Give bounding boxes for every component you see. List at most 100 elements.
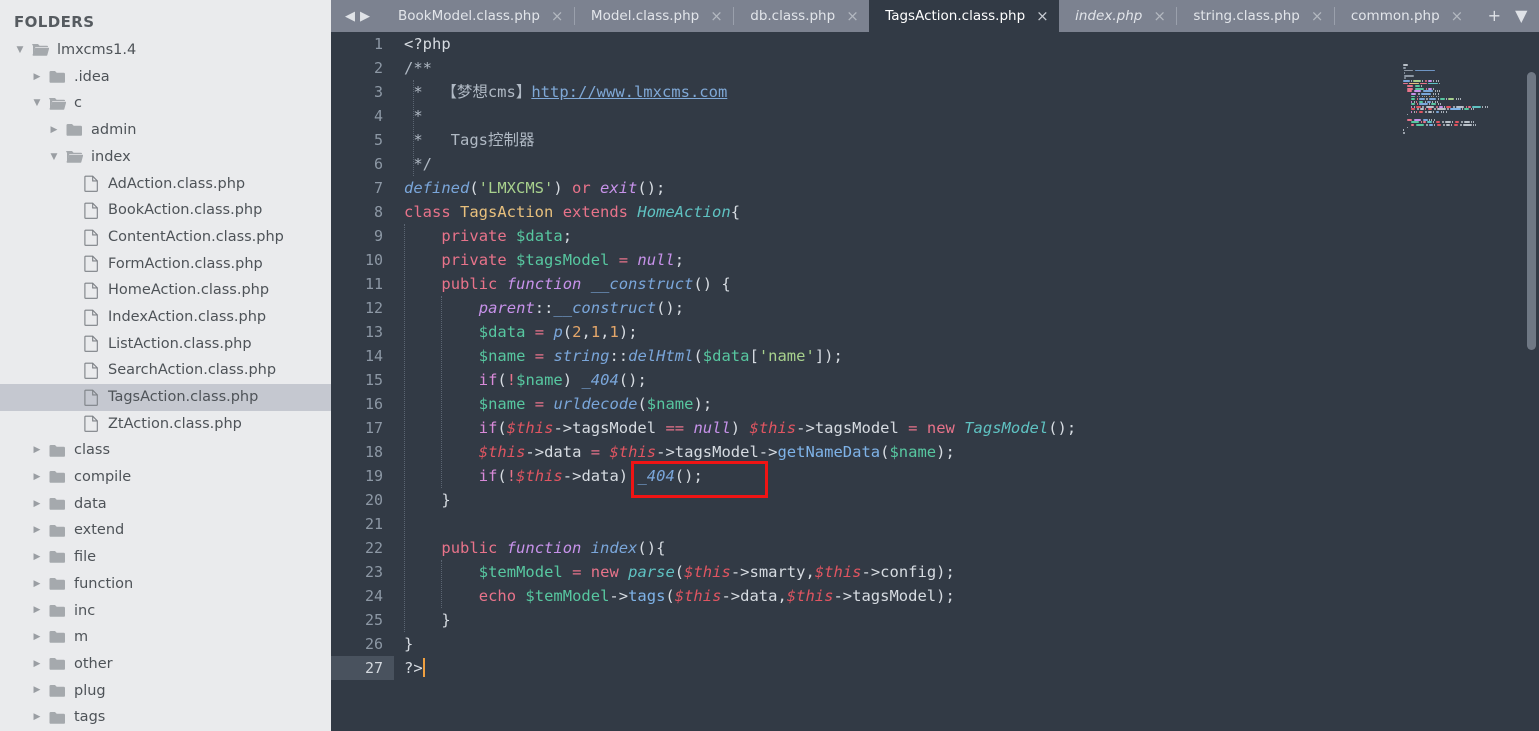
code-line[interactable]: ?> [404, 656, 1539, 680]
code-line[interactable]: echo $temModel->tags($this->data,$this->… [404, 584, 1539, 608]
code-line[interactable]: * 【梦想cms】http://www.lmxcms.com [404, 80, 1539, 104]
code-line[interactable]: defined('LMXCMS') or exit(); [404, 176, 1539, 200]
code-minimap[interactable] [1399, 64, 1517, 160]
editor-tab[interactable]: index.php × [1059, 0, 1176, 32]
tree-file-item[interactable]: ▶ ListAction.class.php [0, 331, 331, 358]
editor-tab[interactable]: db.class.php × [734, 0, 869, 32]
code-line[interactable]: private $data; [404, 224, 1539, 248]
file-icon [80, 202, 102, 219]
chevron-right-icon[interactable]: ▶ [28, 606, 46, 615]
code-line[interactable]: } [404, 632, 1539, 656]
tree-folder-item[interactable]: ▶ other [0, 651, 331, 678]
chevron-right-icon[interactable]: ▶ [28, 472, 46, 482]
editor-tab[interactable]: Model.class.php × [575, 0, 733, 32]
code-line[interactable]: class TagsAction extends HomeAction{ [404, 200, 1539, 224]
tree-folder-item[interactable]: ▶ data [0, 491, 331, 518]
tree-folder-item[interactable]: ▶ function [0, 571, 331, 598]
code-line[interactable]: if(!$this->data) _404(); [404, 464, 1539, 488]
chevron-right-icon[interactable]: ▶ [28, 713, 46, 722]
tab-close-icon[interactable]: × [1311, 8, 1324, 24]
chevron-right-icon[interactable]: ▶ [28, 686, 46, 695]
editor-vertical-scrollbar[interactable] [1524, 64, 1539, 731]
tree-file-item[interactable]: ▶ BookAction.class.php [0, 197, 331, 224]
code-line[interactable]: /** [404, 56, 1539, 80]
chevron-right-icon[interactable]: ▶ [28, 526, 46, 535]
tree-folder-item[interactable]: ▶ plug [0, 678, 331, 705]
editor-tab[interactable]: TagsAction.class.php × [869, 0, 1060, 32]
tree-file-item[interactable]: ▶ IndexAction.class.php [0, 304, 331, 331]
sidebar-scrollbar[interactable] [323, 0, 331, 731]
chevron-right-icon[interactable]: ▶ [28, 579, 46, 589]
tab-next-icon[interactable]: ▶ [360, 10, 370, 23]
line-number: 15 [364, 371, 383, 389]
tree-folder-item[interactable]: ▶ inc [0, 597, 331, 624]
chevron-right-icon[interactable]: ▶ [28, 659, 46, 669]
tree-file-item[interactable]: ▶ AdAction.class.php [0, 170, 331, 197]
code-line[interactable]: $name = urldecode($name); [404, 392, 1539, 416]
tree-folder-item[interactable]: ▶ admin [0, 117, 331, 144]
code-line[interactable]: parent::__construct(); [404, 296, 1539, 320]
editor-tab[interactable]: common.php × [1335, 0, 1474, 32]
editor-scroll-thumb[interactable] [1527, 72, 1536, 350]
tree-file-item[interactable]: ▶ SearchAction.class.php [0, 357, 331, 384]
tab-nav-arrows[interactable]: ◀ ▶ [331, 0, 382, 32]
tree-file-item[interactable]: ▶ ContentAction.class.php [0, 224, 331, 251]
new-tab-icon[interactable]: + [1488, 8, 1501, 24]
code-editor[interactable]: 1 2 3 4 5 6 7 8 9 10 11 12 13 14 15 16 17 18 19 20 21 22 23 24 2… [331, 32, 1539, 731]
code-line[interactable]: if(!$name) _404(); [404, 368, 1539, 392]
tab-close-icon[interactable]: × [1153, 8, 1166, 24]
tree-item-label: file [74, 549, 97, 566]
tab-bar: ◀ ▶ BookModel.class.php × Model.class.php ×… [331, 0, 1539, 32]
chevron-right-icon[interactable]: ▶ [28, 552, 46, 562]
tree-folder-item[interactable]: ▶ tags [0, 704, 331, 731]
code-line[interactable]: private $tagsModel = null; [404, 248, 1539, 272]
code-line[interactable]: <?php [404, 32, 1539, 56]
code-line[interactable]: } [404, 608, 1539, 632]
chevron-right-icon[interactable]: ▶ [28, 72, 46, 82]
editor-tab[interactable]: BookModel.class.php × [382, 0, 574, 32]
code-line[interactable]: * Tags控制器 [404, 128, 1539, 152]
code-line[interactable] [404, 512, 1539, 536]
tree-folder-item[interactable]: ▶ file [0, 544, 331, 571]
code-line[interactable]: $data = p(2,1,1); [404, 320, 1539, 344]
code-content[interactable]: <?php/** * 【梦想cms】http://www.lmxcms.com … [394, 32, 1539, 680]
chevron-down-icon[interactable]: ▼ [28, 99, 46, 108]
tab-overflow-icon[interactable]: ▼ [1515, 8, 1527, 24]
code-line[interactable]: public function index(){ [404, 536, 1539, 560]
tree-file-item[interactable]: ▶ FormAction.class.php [0, 251, 331, 278]
code-line[interactable]: public function __construct() { [404, 272, 1539, 296]
tree-folder-item[interactable]: ▼ c [0, 90, 331, 117]
code-line[interactable]: $name = string::delHtml($data['name']); [404, 344, 1539, 368]
code-line[interactable]: $temModel = new parse($this->smarty,$thi… [404, 560, 1539, 584]
code-line[interactable]: */ [404, 152, 1539, 176]
tree-file-item[interactable]: ▶ ZtAction.class.php [0, 411, 331, 438]
tree-folder-item[interactable]: ▶ extend [0, 517, 331, 544]
chevron-right-icon[interactable]: ▶ [28, 499, 46, 509]
tab-close-icon[interactable]: × [846, 8, 859, 24]
code-line[interactable]: if($this->tagsModel == null) $this->tags… [404, 416, 1539, 440]
editor-tab[interactable]: string.class.php × [1177, 0, 1334, 32]
tree-item-label: ContentAction.class.php [108, 228, 284, 245]
tab-close-icon[interactable]: × [710, 8, 723, 24]
tree-folder-item[interactable]: ▶ class [0, 437, 331, 464]
tab-close-icon[interactable]: × [1451, 8, 1464, 24]
tree-folder-item[interactable]: ▼ index [0, 144, 331, 171]
chevron-right-icon[interactable]: ▶ [45, 125, 63, 135]
chevron-right-icon[interactable]: ▶ [28, 446, 46, 455]
code-line[interactable]: $this->data = $this->tagsModel->getNameD… [404, 440, 1539, 464]
tree-folder-item[interactable]: ▼ lmxcms1.4 [0, 37, 331, 64]
code-line[interactable]: } [404, 488, 1539, 512]
tab-close-icon[interactable]: × [551, 8, 564, 24]
chevron-down-icon[interactable]: ▼ [45, 152, 63, 162]
tree-file-item[interactable]: ▶ HomeAction.class.php [0, 277, 331, 304]
tree-folder-item[interactable]: ▶ compile [0, 464, 331, 491]
tab-prev-icon[interactable]: ◀ [345, 10, 355, 23]
tab-close-icon[interactable]: × [1036, 8, 1049, 24]
folder-closed-icon [46, 550, 68, 564]
chevron-down-icon[interactable]: ▼ [11, 45, 29, 55]
code-line[interactable]: * [404, 104, 1539, 128]
tree-folder-item[interactable]: ▶ m [0, 624, 331, 651]
tree-folder-item[interactable]: ▶ .idea [0, 64, 331, 91]
tree-file-item[interactable]: ▶ TagsAction.class.php [0, 383, 331, 411]
chevron-right-icon[interactable]: ▶ [28, 632, 46, 642]
